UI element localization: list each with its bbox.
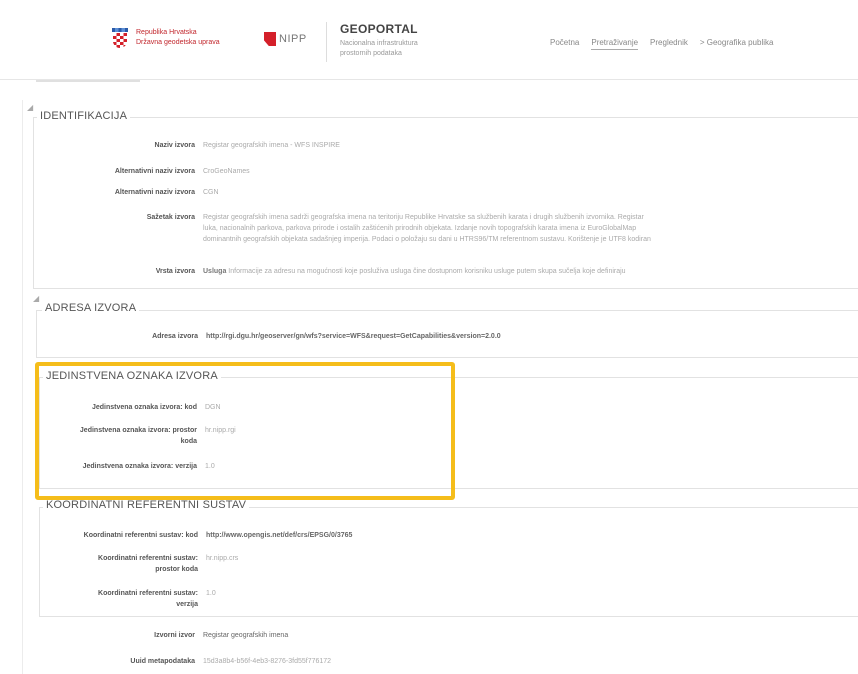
highlight-box — [35, 362, 455, 500]
field-label: Alternativni naziv izvora — [114, 189, 195, 196]
field-label-line2: prostor koda — [155, 566, 198, 573]
dgu-logo-line2: Državna geodetska uprava — [136, 39, 220, 46]
brand-subtitle-line1: Nacionalna infrastruktura — [340, 40, 418, 47]
collapse-caret-icon[interactable]: ◢ — [27, 103, 33, 112]
field-row: Koordinatni referentni sustav: verzija 1… — [45, 588, 216, 610]
metadata-uuid: 15d3a8b4-b56f-4eb3-8276-3fd55f776172 — [203, 658, 332, 665]
croatian-coat-of-arms-icon — [112, 28, 128, 48]
field-label-line2: verzija — [176, 601, 198, 608]
field-value: CroGeoNames — [203, 168, 250, 175]
section-title-koordinatni-sustav: KOORDINATNI REFERENTNI SUSTAV — [43, 499, 250, 511]
field-label: Adresa izvora — [152, 333, 198, 340]
brand-title: GEOPORTAL — [340, 22, 418, 36]
field-label: Alternativni naziv izvora — [114, 168, 195, 175]
content-frame-edge — [22, 100, 23, 674]
field-label: Izvorni izvor — [154, 632, 195, 639]
resource-type-description: Informacije za adresu na mogućnosti koje… — [228, 268, 626, 275]
nav-item-pocetna[interactable]: Početna — [550, 38, 579, 50]
field-row: Koordinatni referentni sustav: kod http:… — [45, 530, 353, 541]
field-value: http://www.opengis.net/def/crs/EPSG/0/37… — [206, 532, 353, 539]
field-value: hr.nipp.crs — [206, 555, 239, 562]
main-nav: Početna Pretraživanje Preglednik > Geogr… — [550, 38, 773, 50]
abstract-line-1: Registar geografskih imena sadrži geogra… — [203, 214, 644, 221]
field-label: Uuid metapodataka — [130, 658, 195, 665]
source-resource-link[interactable]: Registar geografskih imena — [203, 630, 288, 641]
nipp-logo-text: NIPP — [279, 33, 307, 45]
field-row: Koordinatni referentni sustav: prostor k… — [45, 553, 238, 575]
field-row: Adresa izvora http://rgi.dgu.hr/geoserve… — [40, 331, 501, 342]
field-label: Vrsta izvora — [155, 268, 195, 275]
abstract-line-2: luka, nacionalnih parkova, parkova priro… — [203, 225, 637, 232]
field-row: Alternativni naziv izvora CroGeoNames — [40, 166, 250, 177]
field-value: CGN — [203, 189, 219, 196]
dgu-logo[interactable]: Republika Hrvatska Državna geodetska upr… — [112, 28, 220, 48]
brand[interactable]: GEOPORTAL Nacionalna infrastruktura pros… — [340, 22, 460, 59]
dgu-logo-line1: Republika Hrvatska — [136, 29, 197, 36]
header-shadow — [36, 80, 140, 82]
field-row: Vrsta izvora Usluga Informacije za adres… — [40, 266, 853, 277]
collapse-caret-icon[interactable]: ◢ — [33, 294, 39, 303]
field-row: Uuid metapodataka 15d3a8b4-b56f-4eb3-827… — [40, 656, 331, 667]
field-label: Sažetak izvora — [146, 214, 195, 221]
nipp-mark-icon — [264, 32, 276, 46]
section-title-adresa-izvora: ADRESA IZVORA — [42, 302, 140, 314]
field-label-line1: Koordinatni referentni sustav: — [98, 590, 198, 597]
brand-subtitle-line2: prostornih podataka — [340, 50, 402, 57]
field-value: Registar geografskih imena - WFS INSPIRE — [203, 142, 340, 149]
abstract-line-3: dominantnih geografskih objekata sadašnj… — [203, 236, 651, 243]
field-row: Izvorni izvor Registar geografskih imena — [40, 630, 288, 641]
field-row: Naziv izvora Registar geografskih imena … — [40, 140, 340, 151]
nav-item-geografika-publika[interactable]: > Geografika publika — [700, 38, 774, 50]
header-divider — [326, 22, 327, 62]
section-title-identifikacija: IDENTIFIKACIJA — [37, 110, 131, 122]
site-header: Republika Hrvatska Državna geodetska upr… — [0, 0, 858, 80]
field-row: Alternativni naziv izvora CGN — [40, 187, 219, 198]
resource-address-link[interactable]: http://rgi.dgu.hr/geoserver/gn/wfs?servi… — [206, 331, 501, 342]
field-label-line1: Koordinatni referentni sustav: — [98, 555, 198, 562]
nipp-logo[interactable]: NIPP — [264, 32, 307, 46]
field-label: Koordinatni referentni sustav: kod — [83, 532, 198, 539]
field-row: Sažetak izvora Registar geografskih imen… — [40, 212, 853, 245]
resource-type-value: Usluga — [203, 268, 227, 275]
nav-item-pretrazivanje[interactable]: Pretraživanje — [591, 38, 639, 50]
nav-item-preglednik[interactable]: Preglednik — [650, 38, 688, 50]
field-value: 1.0 — [206, 590, 216, 597]
field-label: Naziv izvora — [154, 142, 195, 149]
